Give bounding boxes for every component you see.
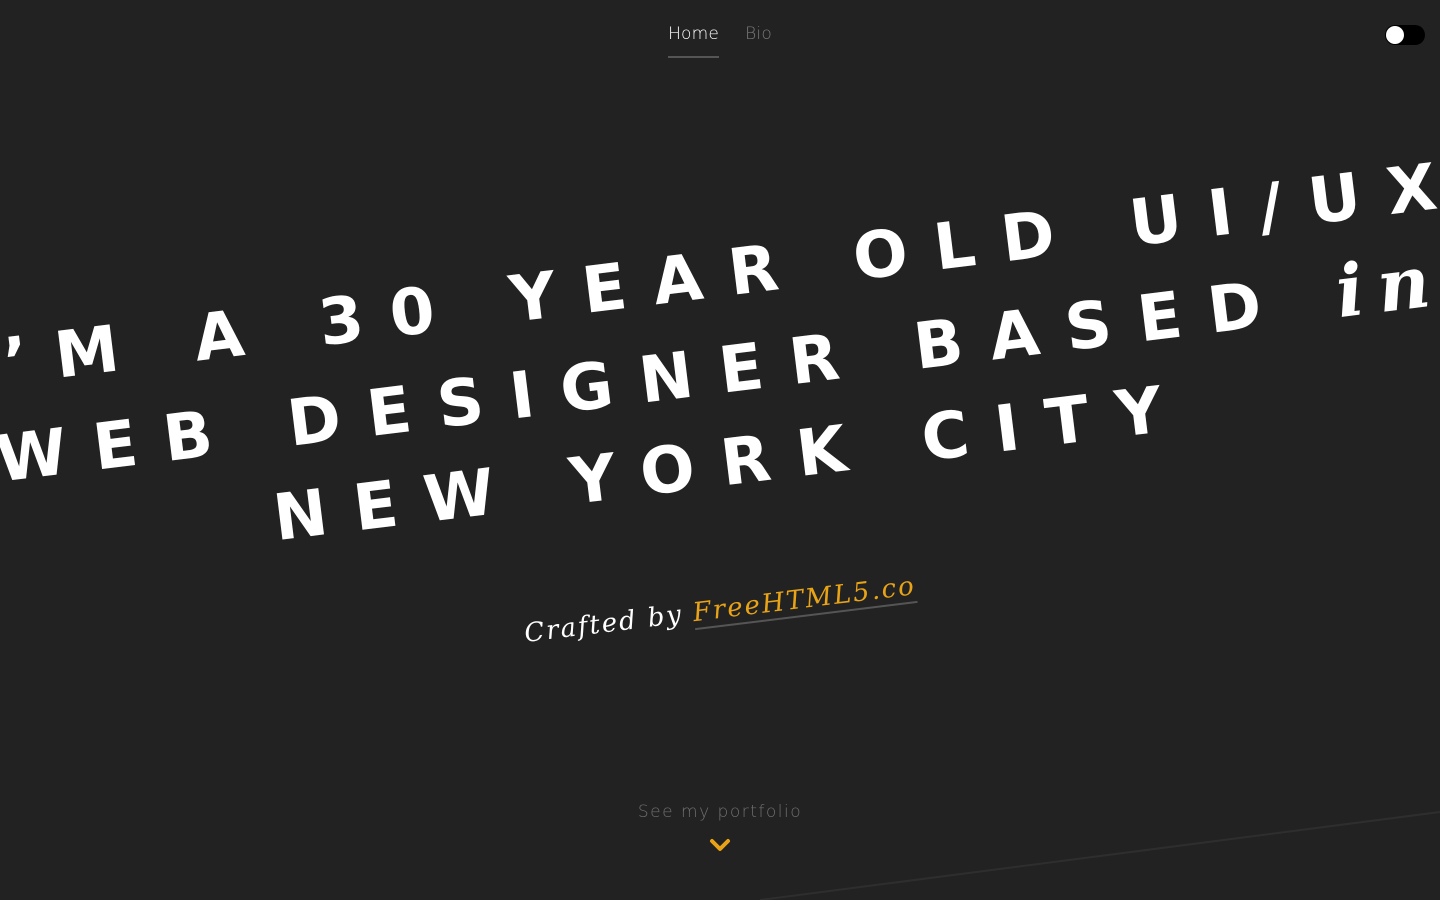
theme-toggle[interactable] xyxy=(1385,25,1425,45)
nav-bio-link[interactable]: Bio xyxy=(745,24,772,58)
chevron-down-icon[interactable] xyxy=(708,836,732,856)
headline-in-italic: in xyxy=(1331,236,1440,335)
hero-headline: I’M A 30 YEAR OLD UI/UX WEB DESIGNER BAS… xyxy=(0,79,1440,662)
nav-home-link[interactable]: Home xyxy=(668,24,720,58)
toggle-knob xyxy=(1386,26,1404,44)
see-portfolio-link[interactable]: See my portfolio xyxy=(0,802,1440,822)
page: Home Bio I’M A 30 YEAR OLD UI/UX WEB DES… xyxy=(0,0,1440,900)
main-nav: Home Bio xyxy=(0,24,1440,58)
